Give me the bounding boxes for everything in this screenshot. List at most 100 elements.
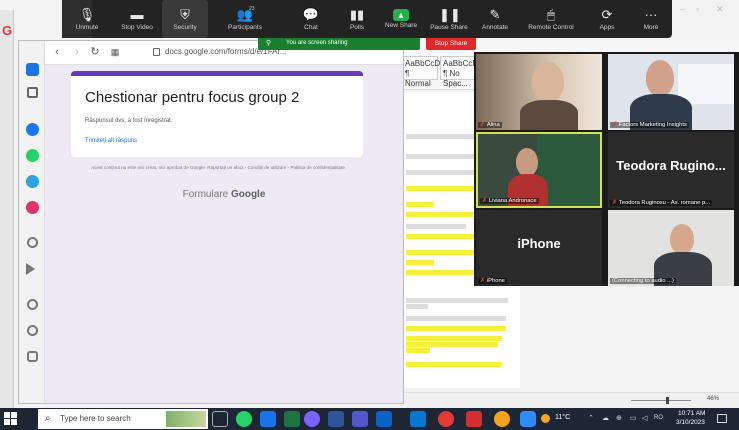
clock-date[interactable]: 3/10/2023 (676, 419, 705, 426)
tab-manager-icon[interactable] (26, 63, 39, 76)
reload-icon[interactable]: ↻ (89, 46, 101, 59)
viber-icon[interactable] (304, 411, 320, 427)
participant-tile[interactable]: ✗ Liviana Andronace (476, 132, 602, 208)
pin-icon[interactable]: ⚲ (266, 39, 271, 47)
search-placeholder: Type here to search (60, 414, 131, 423)
word-status-bar: 46% (400, 392, 739, 408)
security-button[interactable]: ⛨ Security (162, 0, 208, 38)
security-label: Security (173, 24, 197, 31)
participant-name: Teodora Ruginosu - As. romane p... (618, 200, 711, 206)
task-view-icon[interactable] (212, 411, 228, 427)
annotate-button[interactable]: ✎ Annotate (472, 0, 518, 38)
video-background (678, 64, 734, 104)
clock-time[interactable]: 10:71 AM (678, 410, 705, 417)
participant-tile[interactable]: Teodora Rugino... ✗ Teodora Ruginosu - As… (608, 132, 734, 208)
more-button[interactable]: ··· More (628, 0, 674, 38)
minimize-icon[interactable]: – (680, 4, 685, 14)
stop-video-button[interactable]: ▬ Stop Video (114, 0, 160, 38)
telegram-icon[interactable] (26, 175, 39, 188)
chat-button[interactable]: 💬 Chat (288, 0, 334, 38)
outlook-icon[interactable] (410, 411, 426, 427)
battery-icon[interactable]: ▭ (630, 414, 637, 422)
unmute-button[interactable]: 🎙 Unmute (64, 0, 110, 38)
zoom-slider-thumb[interactable] (666, 397, 669, 404)
polls-button[interactable]: ▮▮ Polls (334, 0, 380, 38)
store-icon[interactable] (376, 411, 392, 427)
browser-window[interactable]: ‹ › ↻ ▦ docs.google.com/forms/d/e/1FAI..… (18, 40, 404, 404)
video-gallery: ✗ Alina ✗ Factors Marketing Insights ✗ Livi… (474, 52, 739, 286)
word-icon[interactable] (260, 411, 276, 427)
participant-name-label: (Connecting to audio ...) (610, 278, 676, 284)
participant-name-label: ✗ iPhone (478, 278, 507, 284)
taskbar-search-box[interactable]: ⌕ Type here to search (38, 409, 208, 429)
search-highlight-image (166, 411, 206, 427)
speed-dial-grid-icon[interactable]: ▦ (109, 46, 121, 59)
style-name: ¶ Normal (405, 69, 431, 88)
participant-name: Factors Marketing Insights (618, 122, 687, 128)
instagram-icon[interactable] (26, 201, 39, 214)
mic-muted-icon: 🎙 (78, 7, 96, 22)
response-recorded-text: Răspunsul dvs. a fost înregistrat. (85, 118, 173, 124)
chat-icon: 💬 (302, 7, 320, 22)
participant-video (516, 148, 538, 176)
participant-tile[interactable]: ✗ Factors Marketing Insights (608, 54, 734, 130)
polls-icon: ▮▮ (349, 7, 365, 22)
windows-start-icon[interactable] (4, 412, 18, 426)
video-icon: ▬ (130, 7, 144, 22)
home-icon[interactable] (27, 87, 38, 98)
style-no-spacing[interactable]: AaBbCcDc ¶ No Spac... (440, 56, 482, 88)
participant-name-placeholder: Teodora Rugino... (616, 158, 726, 173)
remote-control-button[interactable]: 🖱 Remote Control (528, 0, 574, 38)
app-logo-icon: G (2, 23, 13, 38)
submit-another-response-link[interactable]: Trimiteți alt răspuns (85, 138, 137, 144)
pause-share-label: Pause Share (430, 24, 468, 31)
participant-body (520, 100, 578, 130)
firefox-icon[interactable] (494, 411, 510, 427)
doc-highlighted-line (406, 342, 498, 347)
participant-tile[interactable]: ✗ Alina (476, 54, 602, 130)
acrobat-icon[interactable] (466, 411, 482, 427)
excel-icon[interactable] (284, 411, 300, 427)
new-share-label: New Share (384, 22, 418, 29)
zoom-slider[interactable] (631, 400, 691, 401)
teams-icon[interactable] (352, 411, 368, 427)
history-clock-icon[interactable] (27, 325, 38, 336)
volume-icon[interactable]: ◁ (642, 414, 647, 422)
input-language[interactable]: RO (654, 415, 663, 421)
participant-tile[interactable]: (Connecting to audio ...) (608, 210, 734, 286)
opera-icon[interactable] (438, 411, 454, 427)
chat-label: Chat (304, 24, 318, 31)
notifications-icon[interactable] (717, 414, 727, 423)
style-normal[interactable]: AaBbCcDc ¶ Normal (402, 56, 444, 88)
restore-icon[interactable]: ▫ (696, 4, 699, 14)
new-share-button[interactable]: ▲ New Share (378, 0, 424, 38)
zoom-app-icon[interactable] (520, 411, 536, 427)
pause-share-button[interactable]: ❚❚ Pause Share (426, 0, 472, 38)
word-doc-icon[interactable] (328, 411, 344, 427)
stop-share-button[interactable]: Stop Share (426, 38, 476, 50)
whatsapp-icon[interactable] (236, 411, 252, 427)
forward-arrow-icon[interactable]: › (71, 46, 83, 59)
participant-tile[interactable]: iPhone ✗ iPhone (476, 210, 602, 286)
google-forms-logo: Formulare Google (45, 189, 403, 200)
back-arrow-icon[interactable]: ‹ (51, 46, 63, 59)
messenger-icon[interactable] (26, 123, 39, 136)
settings-icon[interactable] (27, 237, 38, 248)
apps-button[interactable]: ⟳ Apps (584, 0, 630, 38)
weather-icon (541, 414, 550, 423)
participant-name: Alina (486, 122, 500, 128)
player-icon[interactable] (26, 263, 35, 275)
form-response-card: Chestionar pentru focus group 2 Răspunsu… (71, 71, 363, 157)
weather-temperature[interactable]: 11°C (555, 414, 570, 421)
tray-arrow-icon[interactable]: ⌃ (588, 414, 594, 422)
annotate-label: Annotate (481, 24, 509, 31)
zoom-level: 46% (706, 396, 719, 402)
onedrive-icon[interactable]: ☁ (602, 414, 609, 422)
form-disclaimer: Acest conținut nu este nici creat, nici … (91, 165, 345, 170)
network-icon[interactable]: ⊕ (616, 414, 622, 422)
close-icon[interactable]: ✕ (716, 4, 724, 15)
extensions-icon[interactable] (27, 351, 38, 362)
favorites-heart-icon[interactable] (27, 299, 38, 310)
whatsapp-icon[interactable] (26, 149, 39, 162)
participants-button[interactable]: 👥 23 Participants (222, 0, 268, 38)
